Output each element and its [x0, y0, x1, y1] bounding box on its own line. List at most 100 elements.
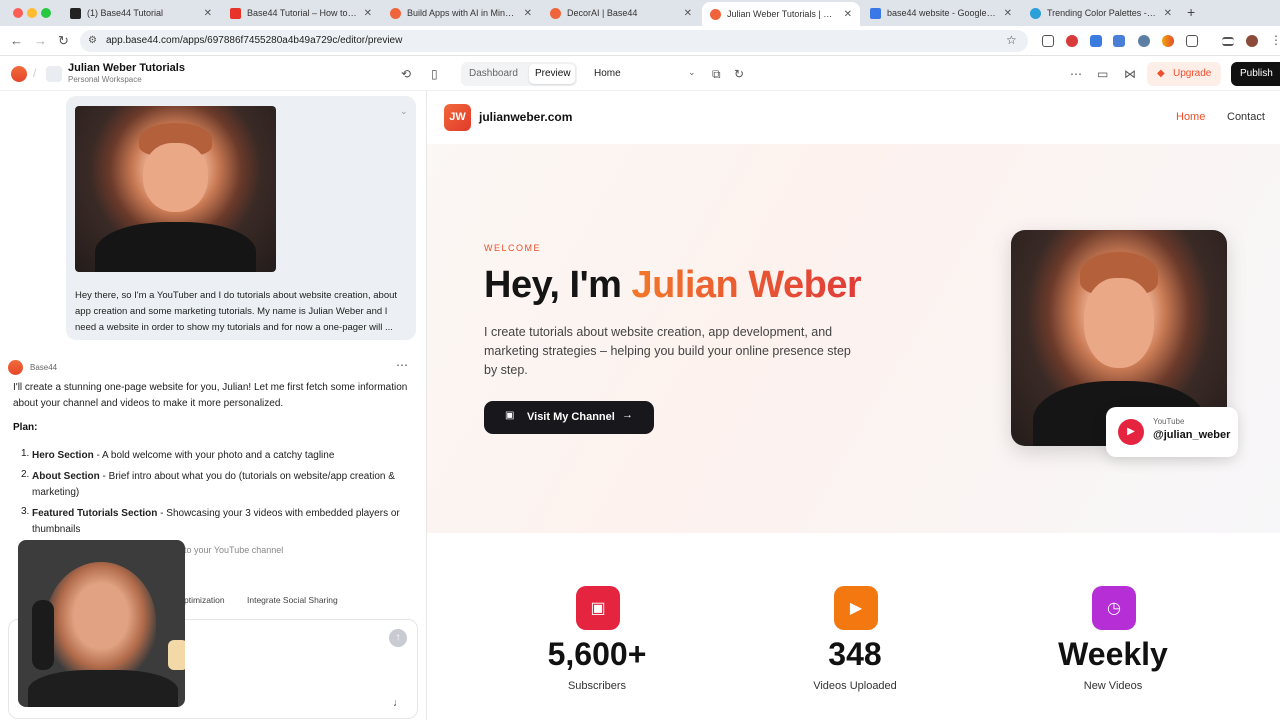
refresh-preview-icon[interactable]: ↻	[734, 67, 744, 81]
webcam-light	[168, 640, 185, 670]
tab-close-icon[interactable]: ✕	[524, 8, 532, 19]
base44-logo-icon[interactable]	[11, 66, 27, 82]
tab-close-icon[interactable]: ✕	[1164, 8, 1172, 19]
youtube-badge[interactable]: ▶ YouTube @julian_weber	[1106, 407, 1238, 457]
back-icon[interactable]: ←	[10, 33, 23, 48]
window-close-icon[interactable]	[13, 8, 23, 18]
chevron-down-icon: ⌄	[688, 67, 696, 77]
badge-handle: @julian_weber	[1153, 429, 1231, 441]
browser-tab[interactable]: Base44 Tutorial – How to buil ✕	[222, 2, 380, 24]
tab-dashboard[interactable]: Dashboard	[469, 68, 518, 79]
nav-home[interactable]: Home	[1176, 111, 1205, 123]
extension-icon[interactable]	[1113, 35, 1125, 47]
extension-icon[interactable]	[1162, 35, 1174, 47]
profile-avatar[interactable]	[1246, 35, 1258, 47]
publish-button[interactable]: Publish	[1231, 62, 1280, 86]
extension-icon[interactable]	[1138, 35, 1150, 47]
reading-list-icon[interactable]	[1222, 37, 1234, 46]
project-icon	[46, 66, 62, 82]
plan-heading: Plan:	[13, 422, 38, 433]
project-title[interactable]: Julian Weber Tutorials	[68, 62, 185, 74]
view-switcher: Dashboard Preview	[461, 62, 577, 86]
webcam-overlay	[18, 540, 185, 707]
plan-item: About Section - Brief intro about what y…	[32, 471, 395, 498]
headphones-icon	[32, 600, 54, 670]
reload-icon[interactable]: ↻	[58, 33, 69, 49]
page-select[interactable]: Home ⌄	[588, 62, 702, 86]
site-logo[interactable]: JW	[444, 104, 471, 131]
send-arrow-icon[interactable]: ↑	[389, 629, 407, 647]
tab-close-icon[interactable]: ✕	[204, 8, 212, 19]
diamond-icon: ◆	[1157, 68, 1165, 79]
site-domain[interactable]: julianweber.com	[479, 110, 572, 124]
stat-value: Weekly	[1058, 636, 1168, 672]
youtube-icon: ▣	[576, 586, 620, 630]
device-preview-icon[interactable]: ⧉	[712, 67, 721, 82]
clock-icon: ◷	[1092, 586, 1136, 630]
tab-close-icon[interactable]: ✕	[364, 8, 372, 19]
site-preview: JW julianweber.com Home Contact WELCOME …	[426, 91, 1280, 720]
google-docs-favicon-icon	[870, 7, 881, 19]
browser-tab[interactable]: base44 website - Google Doc ✕	[862, 2, 1020, 24]
bookmark-star-icon[interactable]: ☆	[1006, 33, 1017, 47]
cast-icon[interactable]	[1042, 35, 1054, 47]
new-tab-icon[interactable]: +	[1187, 4, 1195, 20]
extension-icon[interactable]	[1066, 35, 1078, 47]
microphone-icon[interactable]: ♩	[393, 697, 404, 709]
plan-item: Featured Tutorials Section - Showcasing …	[32, 508, 400, 535]
message-options-icon[interactable]: ⋯	[396, 358, 408, 372]
browser-tab-strip: (1) Base44 Tutorial ✕ Base44 Tutorial – …	[0, 0, 1280, 26]
page-select-value: Home	[594, 68, 621, 79]
tab-close-icon[interactable]: ✕	[1004, 8, 1012, 19]
window-minimize-icon[interactable]	[27, 8, 37, 18]
plan-item: Hero Section - A bold welcome with your …	[32, 450, 335, 461]
assistant-avatar	[8, 360, 23, 375]
hero-section: WELCOME Hey, I'm Julian Weber I create t…	[427, 144, 1280, 533]
browser-tab[interactable]: (1) Base44 Tutorial ✕	[62, 2, 220, 24]
stat-label: Subscribers	[567, 680, 627, 692]
site-info-icon[interactable]: ⚙	[88, 35, 97, 46]
stat-label: New Videos	[1083, 680, 1143, 692]
tab-favicon-icon	[70, 7, 81, 19]
hero-name: Julian Weber	[631, 264, 862, 306]
history-icon[interactable]: ⟲	[401, 67, 411, 81]
mobile-view-icon[interactable]: ▭	[1097, 67, 1108, 81]
browser-tab-active[interactable]: Julian Weber Tutorials | Base ✕	[702, 2, 860, 26]
badge-platform: YouTube	[1153, 417, 1185, 426]
extension-icon[interactable]	[1090, 35, 1102, 47]
publish-label: Publish	[1240, 68, 1273, 79]
stat-value: 5,600+	[547, 636, 647, 672]
window-zoom-icon[interactable]	[41, 8, 51, 18]
forward-icon[interactable]: →	[34, 33, 47, 48]
nav-contact[interactable]: Contact	[1227, 111, 1265, 123]
video-icon: ▣	[505, 410, 515, 421]
upgrade-label: Upgrade	[1173, 68, 1212, 79]
app-toolbar: / Julian Weber Tutorials Personal Worksp…	[0, 57, 1280, 91]
browser-tab[interactable]: DecorAI | Base44 ✕	[542, 2, 700, 24]
browser-menu-icon[interactable]: ⋮	[1270, 33, 1280, 47]
assistant-intro: I'll create a stunning one-page website …	[13, 382, 408, 409]
tab-close-icon[interactable]: ✕	[684, 8, 692, 19]
coolors-favicon-icon	[1030, 7, 1041, 19]
suggestion-chip[interactable]: Integrate Social Sharing	[247, 595, 338, 605]
stat-value: 348	[828, 636, 882, 672]
extensions-puzzle-icon[interactable]	[1186, 35, 1198, 47]
more-options-icon[interactable]: ⋯	[1070, 67, 1082, 81]
base44-favicon-icon	[390, 7, 401, 19]
url-field[interactable]: ⚙ app.base44.com/apps/697886f7455280a4b4…	[80, 30, 1028, 52]
uploaded-photo[interactable]	[75, 106, 276, 272]
upgrade-button[interactable]: ◆ Upgrade	[1147, 62, 1221, 86]
visit-channel-label: Visit My Channel	[527, 411, 615, 423]
visit-channel-button[interactable]: ▣ Visit My Channel →	[484, 401, 654, 434]
play-icon: ▶	[834, 586, 878, 630]
share-icon[interactable]: ⋈	[1124, 67, 1136, 81]
toggle-panel-icon[interactable]: ▯	[431, 67, 438, 81]
collapse-chevron-icon[interactable]: ⌄	[400, 106, 408, 117]
suggestion-chip[interactable]: ptimization	[184, 595, 225, 605]
browser-address-bar: ← → ↻ ⚙ app.base44.com/apps/697886f74552…	[0, 26, 1280, 56]
tab-close-icon[interactable]: ✕	[844, 9, 852, 20]
base44-favicon-icon	[710, 8, 721, 20]
play-icon: ▶	[1118, 419, 1144, 445]
browser-tab[interactable]: Trending Color Palettes - Coo ✕	[1022, 2, 1180, 24]
browser-tab[interactable]: Build Apps with AI in Minutes ✕	[382, 2, 540, 24]
